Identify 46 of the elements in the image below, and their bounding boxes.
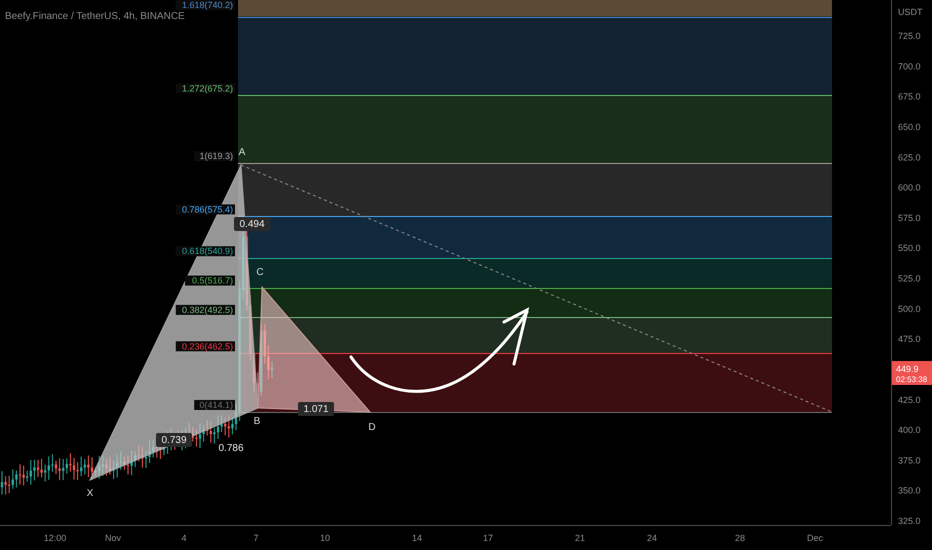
ratio-label: 0.494 bbox=[234, 217, 270, 231]
time-axis-label: 14 bbox=[412, 533, 422, 543]
price-axis-label: 700.0 bbox=[898, 61, 921, 72]
fib-level-label: 1.618(740.2) bbox=[176, 0, 235, 10]
fib-level-label: 0.786(575.4) bbox=[176, 204, 235, 214]
ratio-label: 0.786 bbox=[218, 443, 244, 454]
chart-title: Beefy.Finance / TetherUS, 4h, BINANCE bbox=[5, 11, 185, 22]
price-axis-label: 675.0 bbox=[898, 92, 921, 102]
price-axis-label: 475.0 bbox=[898, 334, 921, 344]
price-axis-label: 350.0 bbox=[898, 486, 921, 496]
time-axis-label: Nov bbox=[105, 533, 121, 543]
price-axis-label: 650.0 bbox=[898, 122, 921, 132]
fib-level-label: 0.618(540.9) bbox=[176, 246, 235, 256]
price-axis-label: 725.0 bbox=[898, 31, 921, 41]
time-axis-label: 10 bbox=[320, 533, 330, 543]
time-axis-label: 21 bbox=[575, 533, 585, 543]
price-axis-label: 525.0 bbox=[898, 274, 921, 284]
ratio-label: 0.739 bbox=[156, 433, 192, 447]
pattern-point-label: B bbox=[254, 416, 260, 427]
fib-level-label: 0.5(516.7) bbox=[185, 276, 235, 286]
pattern-point-label: D bbox=[368, 422, 376, 433]
fib-level-label: 1.272(675.2) bbox=[176, 83, 235, 94]
time-axis-label: 28 bbox=[735, 533, 745, 543]
price-axis-label: 425.0 bbox=[898, 394, 921, 405]
time-axis-label: 7 bbox=[254, 533, 258, 543]
current-price-tag: 449.9 02:53:38 bbox=[892, 361, 932, 385]
price-axis-label: 550.0 bbox=[898, 243, 921, 254]
time-axis-label: 24 bbox=[647, 533, 657, 543]
time-axis-label: Dec bbox=[807, 533, 823, 543]
pattern-point-label: A bbox=[238, 147, 246, 158]
price-axis-label: 600.0 bbox=[898, 182, 921, 193]
price-unit-label: USDT bbox=[898, 7, 922, 17]
pattern-point-label: X bbox=[86, 488, 94, 499]
fib-level-label: 1(619.3) bbox=[194, 151, 235, 162]
price-axis-label: 375.0 bbox=[898, 455, 921, 466]
price-axis-label: 575.0 bbox=[898, 212, 921, 223]
time-axis-label: 4 bbox=[182, 533, 186, 543]
ratio-label: 1.071 bbox=[298, 402, 334, 416]
pattern-point-label: C bbox=[256, 267, 264, 278]
price-axis-label: 400.0 bbox=[898, 425, 921, 436]
time-axis-label: 12:00 bbox=[44, 533, 66, 543]
price-axis-label: 325.0 bbox=[898, 516, 921, 525]
price-axis-label: 500.0 bbox=[898, 304, 921, 314]
price-axis-label: 625.0 bbox=[898, 152, 921, 162]
time-axis-label: 17 bbox=[483, 533, 493, 543]
fib-level-label: 0(414.1) bbox=[194, 400, 235, 410]
